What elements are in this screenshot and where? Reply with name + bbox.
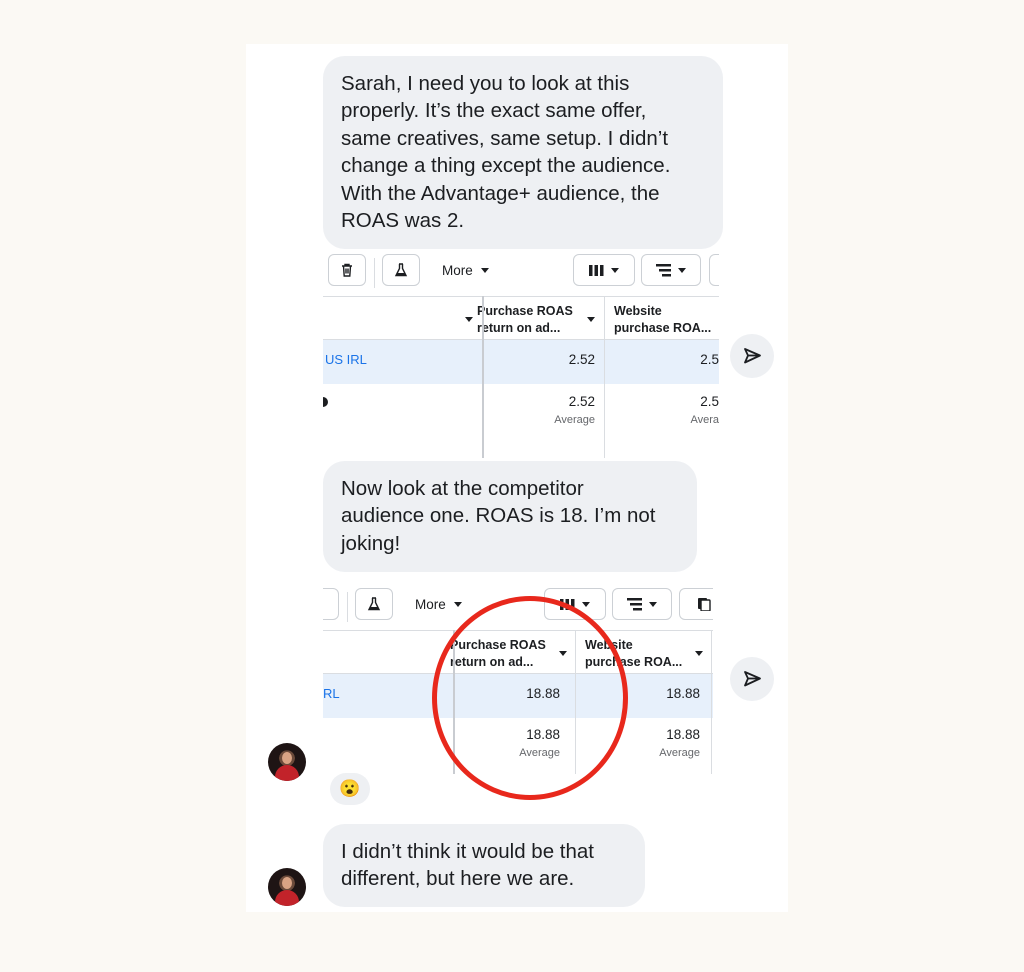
average-label: Average: [554, 414, 595, 426]
toolbar-divider: [374, 258, 375, 288]
sort-caret-icon[interactable]: [465, 317, 473, 322]
test-button[interactable]: [355, 588, 393, 620]
chevron-down-icon: [611, 267, 619, 273]
sort-caret-icon[interactable]: [587, 317, 595, 322]
trash-icon: [342, 263, 352, 277]
purchase-roas-average: 2.52: [568, 394, 595, 409]
campaign-name-link[interactable]: RL: [323, 686, 340, 701]
info-icon: [323, 397, 328, 407]
more-dropdown[interactable]: More: [442, 254, 489, 286]
test-button[interactable]: [382, 254, 420, 286]
chevron-down-icon: [678, 267, 686, 273]
website-roas-average: 2.5: [700, 394, 719, 409]
website-roas-value: 2.5: [700, 352, 719, 367]
send-icon: [744, 348, 761, 364]
table-header: Purchase ROAS return on ad... Website pu…: [323, 296, 719, 340]
breakdown-button[interactable]: [612, 588, 672, 620]
ads-toolbar: More: [323, 250, 719, 296]
columns-icon: [589, 264, 604, 276]
surprised-face-icon: 😮: [339, 779, 361, 798]
website-roas-average: 18.88: [666, 727, 700, 742]
reports-button[interactable]: [709, 254, 719, 286]
highlight-circle: [432, 596, 628, 800]
chevron-down-icon: [649, 601, 657, 607]
chevron-down-icon: [480, 267, 489, 273]
summary-row: 2.52 Average 2.5 Avera: [323, 384, 719, 454]
more-label: More: [415, 596, 446, 612]
more-label: More: [442, 262, 473, 278]
sort-caret-icon[interactable]: [695, 651, 703, 656]
column-divider: [711, 630, 712, 774]
flask-icon: [394, 263, 408, 277]
reports-icon: [698, 598, 711, 611]
purchase-roas-value: 2.52: [568, 352, 595, 367]
frozen-column-divider: [482, 296, 484, 458]
column-header-purchase-roas[interactable]: Purchase ROAS return on ad...: [477, 303, 577, 336]
reaction-emoji[interactable]: 😮: [330, 773, 370, 805]
more-dropdown[interactable]: More: [415, 588, 462, 620]
message-bubble: I didn’t think it would be that differen…: [323, 824, 645, 907]
chevron-down-icon: [453, 601, 462, 607]
avatar[interactable]: [268, 743, 306, 781]
campaign-name-link[interactable]: US IRL: [325, 352, 367, 367]
delete-button[interactable]: [323, 588, 339, 620]
toolbar-divider: [347, 592, 348, 622]
message-bubble: Sarah, I need you to look at this proper…: [323, 56, 723, 249]
column-divider: [604, 296, 605, 458]
table-row[interactable]: US IRL 2.52 2.5: [323, 340, 719, 384]
avatar[interactable]: [268, 868, 306, 906]
breakdown-icon: [656, 263, 671, 276]
delete-button[interactable]: [328, 254, 366, 286]
breakdown-icon: [627, 597, 642, 610]
breakdown-button[interactable]: [641, 254, 701, 286]
chevron-down-icon: [582, 601, 590, 607]
website-roas-value: 18.88: [666, 686, 700, 701]
share-button[interactable]: [730, 334, 774, 378]
reports-button[interactable]: [679, 588, 713, 620]
share-button[interactable]: [730, 657, 774, 701]
column-header-website-purchase-roas[interactable]: Website purchase ROA...: [614, 303, 719, 336]
columns-button[interactable]: [573, 254, 635, 286]
average-label: Average: [659, 747, 700, 759]
average-label: Avera: [690, 414, 719, 426]
send-icon: [744, 671, 761, 687]
message-bubble: Now look at the competitor audience one.…: [323, 461, 697, 572]
ads-manager-screenshot: More Purchase ROAS return on ad... Websi…: [323, 250, 719, 458]
flask-icon: [367, 597, 381, 611]
